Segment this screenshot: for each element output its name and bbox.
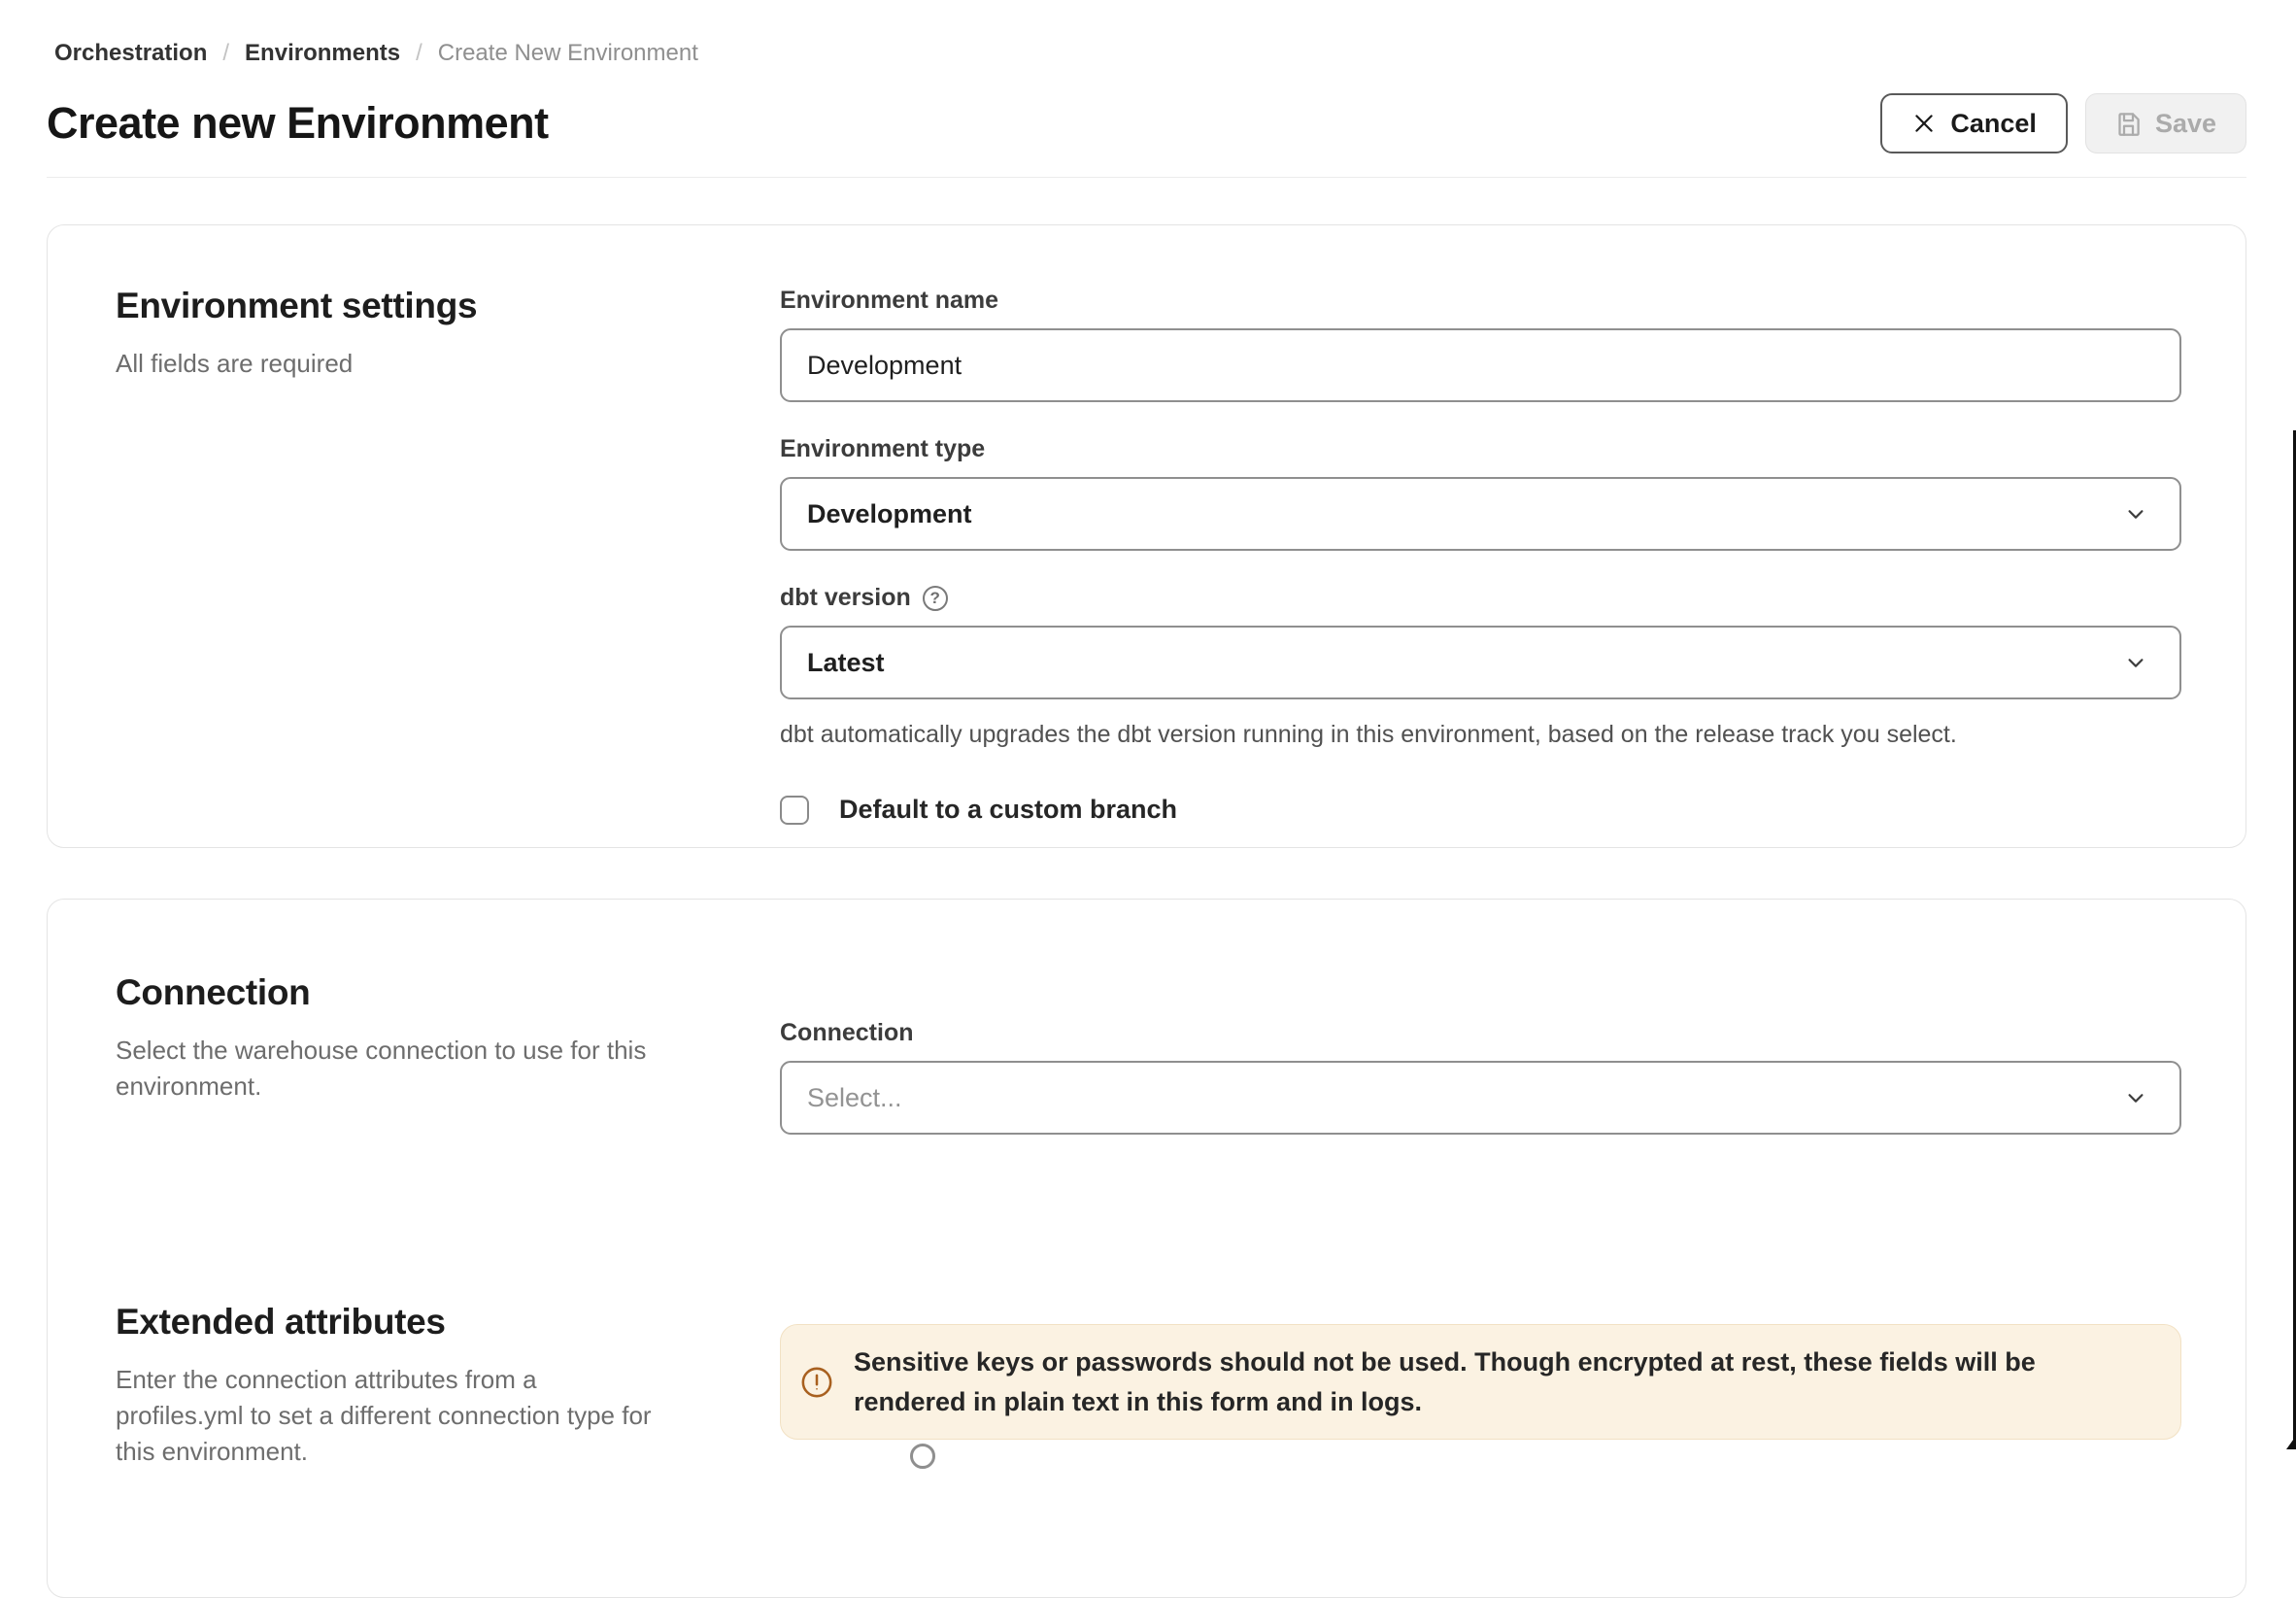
breadcrumb-separator: / bbox=[416, 39, 422, 68]
dbt-version-helper-text: dbt automatically upgrades the dbt versi… bbox=[780, 718, 2181, 752]
cancel-button-label: Cancel bbox=[1950, 109, 2037, 139]
connection-select-label: Connection bbox=[780, 1018, 2181, 1048]
save-button-label: Save bbox=[2155, 109, 2216, 139]
connection-heading: Connection bbox=[116, 972, 664, 1013]
main-content: Environment settings All fields are requ… bbox=[0, 224, 2296, 1598]
header-divider bbox=[47, 177, 2246, 178]
custom-branch-checkbox[interactable] bbox=[780, 796, 809, 825]
chevron-down-icon bbox=[2125, 1087, 2146, 1108]
sensitive-keys-warning-banner: Sensitive keys or passwords should not b… bbox=[780, 1324, 2181, 1440]
extended-attributes-description: Enter the connection attributes from a p… bbox=[116, 1362, 664, 1470]
close-icon bbox=[1911, 111, 1937, 136]
sensitive-keys-warning-text: Sensitive keys or passwords should not b… bbox=[854, 1343, 2138, 1421]
connection-select[interactable]: Select... bbox=[780, 1061, 2181, 1135]
connection-description: Select the warehouse connection to use f… bbox=[116, 1033, 664, 1105]
help-icon[interactable]: ? bbox=[923, 586, 948, 611]
custom-branch-checkbox-row[interactable]: Default to a custom branch bbox=[780, 795, 2181, 825]
breadcrumb-environments[interactable]: Environments bbox=[245, 39, 400, 68]
environment-settings-heading: Environment settings bbox=[116, 286, 664, 326]
environment-type-select[interactable]: Development bbox=[780, 477, 2181, 551]
page-title: Create new Environment bbox=[47, 98, 549, 149]
alert-circle-icon bbox=[800, 1366, 833, 1399]
page-header: Orchestration / Environments / Create Ne… bbox=[0, 0, 2296, 178]
save-icon bbox=[2115, 111, 2142, 137]
save-button[interactable]: Save bbox=[2085, 93, 2246, 153]
breadcrumb-separator: / bbox=[222, 39, 229, 68]
extended-attributes-heading: Extended attributes bbox=[116, 1302, 664, 1343]
breadcrumb-create-new-environment: Create New Environment bbox=[438, 39, 698, 68]
screen-edge-corner bbox=[2286, 1436, 2296, 1449]
environment-type-value: Development bbox=[807, 499, 972, 529]
dbt-version-label: dbt version bbox=[780, 583, 911, 613]
environment-type-label: Environment type bbox=[780, 434, 2181, 464]
dbt-version-select[interactable]: Latest bbox=[780, 626, 2181, 699]
breadcrumb: Orchestration / Environments / Create Ne… bbox=[47, 39, 2246, 68]
environment-settings-subheading: All fields are required bbox=[116, 346, 664, 382]
custom-branch-checkbox-label: Default to a custom branch bbox=[839, 795, 1177, 825]
cancel-button[interactable]: Cancel bbox=[1880, 93, 2068, 153]
chevron-down-icon bbox=[2125, 652, 2146, 673]
dbt-version-value: Latest bbox=[807, 648, 885, 678]
header-actions: Cancel Save bbox=[1880, 93, 2246, 153]
connection-card: Connection Select the warehouse connecti… bbox=[47, 899, 2246, 1598]
connection-select-placeholder: Select... bbox=[807, 1083, 902, 1113]
environment-settings-card: Environment settings All fields are requ… bbox=[47, 224, 2246, 848]
environment-name-label: Environment name bbox=[780, 286, 2181, 316]
breadcrumb-orchestration[interactable]: Orchestration bbox=[54, 39, 207, 68]
environment-name-input[interactable] bbox=[780, 328, 2181, 402]
chevron-down-icon bbox=[2125, 503, 2146, 525]
cutoff-help-icon bbox=[910, 1444, 935, 1469]
